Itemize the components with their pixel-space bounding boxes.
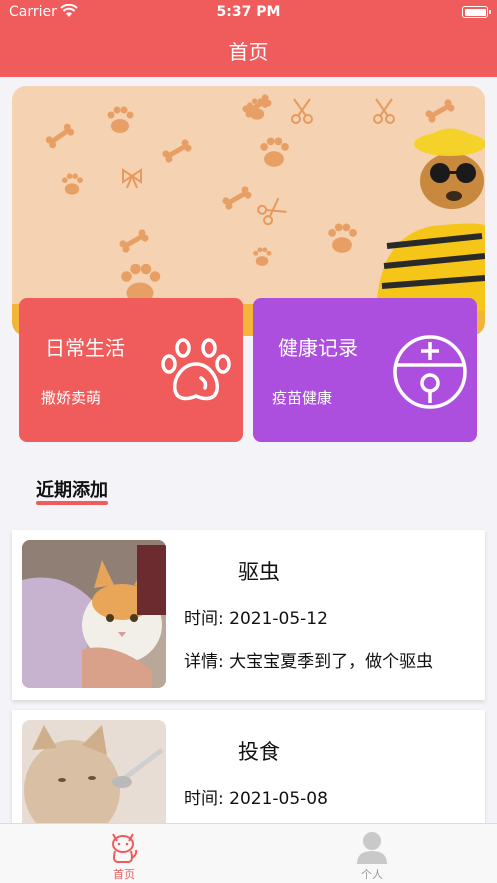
record-name: 驱虫 <box>238 560 280 584</box>
record-photo <box>22 540 166 688</box>
time-label: 时间: <box>184 609 224 629</box>
health-globe-icon <box>393 335 467 409</box>
person-icon <box>357 832 387 864</box>
record-time: 时间: 2021-05-08 <box>184 784 328 809</box>
time-label: 时间: <box>184 789 224 809</box>
tab-home[interactable]: 首页 <box>64 824 184 883</box>
tab-bar: 首页 个人 <box>0 823 497 883</box>
card-title: 日常生活 <box>45 336 125 360</box>
record-detail: 详情: 大宝宝夏季到了，做个驱虫 <box>184 647 433 672</box>
card-title: 健康记录 <box>278 336 358 360</box>
tab-label: 首页 <box>113 868 135 881</box>
cat-icon <box>112 833 138 863</box>
section-underline <box>36 501 108 505</box>
page-title: 首页 <box>228 40 269 64</box>
daily-life-card[interactable]: 日常生活 撒娇卖萌 <box>19 298 243 442</box>
paw-icon <box>161 338 231 401</box>
detail-label: 详情: <box>184 652 224 672</box>
record-item[interactable]: 驱虫 时间: 2021-05-12 详情: 大宝宝夏季到了，做个驱虫 <box>12 530 485 700</box>
section-title: 近期添加 <box>36 480 108 501</box>
status-time: 5:37 PM <box>216 4 281 20</box>
tab-profile[interactable]: 个人 <box>312 824 432 883</box>
health-record-card[interactable]: 健康记录 疫苗健康 <box>253 298 477 442</box>
card-subtitle: 撒娇卖萌 <box>41 389 102 407</box>
time-value: 2021-05-12 <box>229 609 328 629</box>
dog-illustration <box>377 128 485 311</box>
record-name: 投食 <box>238 740 280 764</box>
detail-value: 大宝宝夏季到了，做个驱虫 <box>229 652 434 672</box>
record-time: 时间: 2021-05-12 <box>184 604 328 629</box>
time-value: 2021-05-08 <box>229 789 328 809</box>
battery-icon <box>462 6 491 18</box>
status-bar: Carrier 5:37 PM <box>0 0 497 26</box>
header: Carrier 5:37 PM 首页 <box>0 0 497 77</box>
card-subtitle: 疫苗健康 <box>272 389 333 407</box>
tab-label: 个人 <box>361 868 383 881</box>
